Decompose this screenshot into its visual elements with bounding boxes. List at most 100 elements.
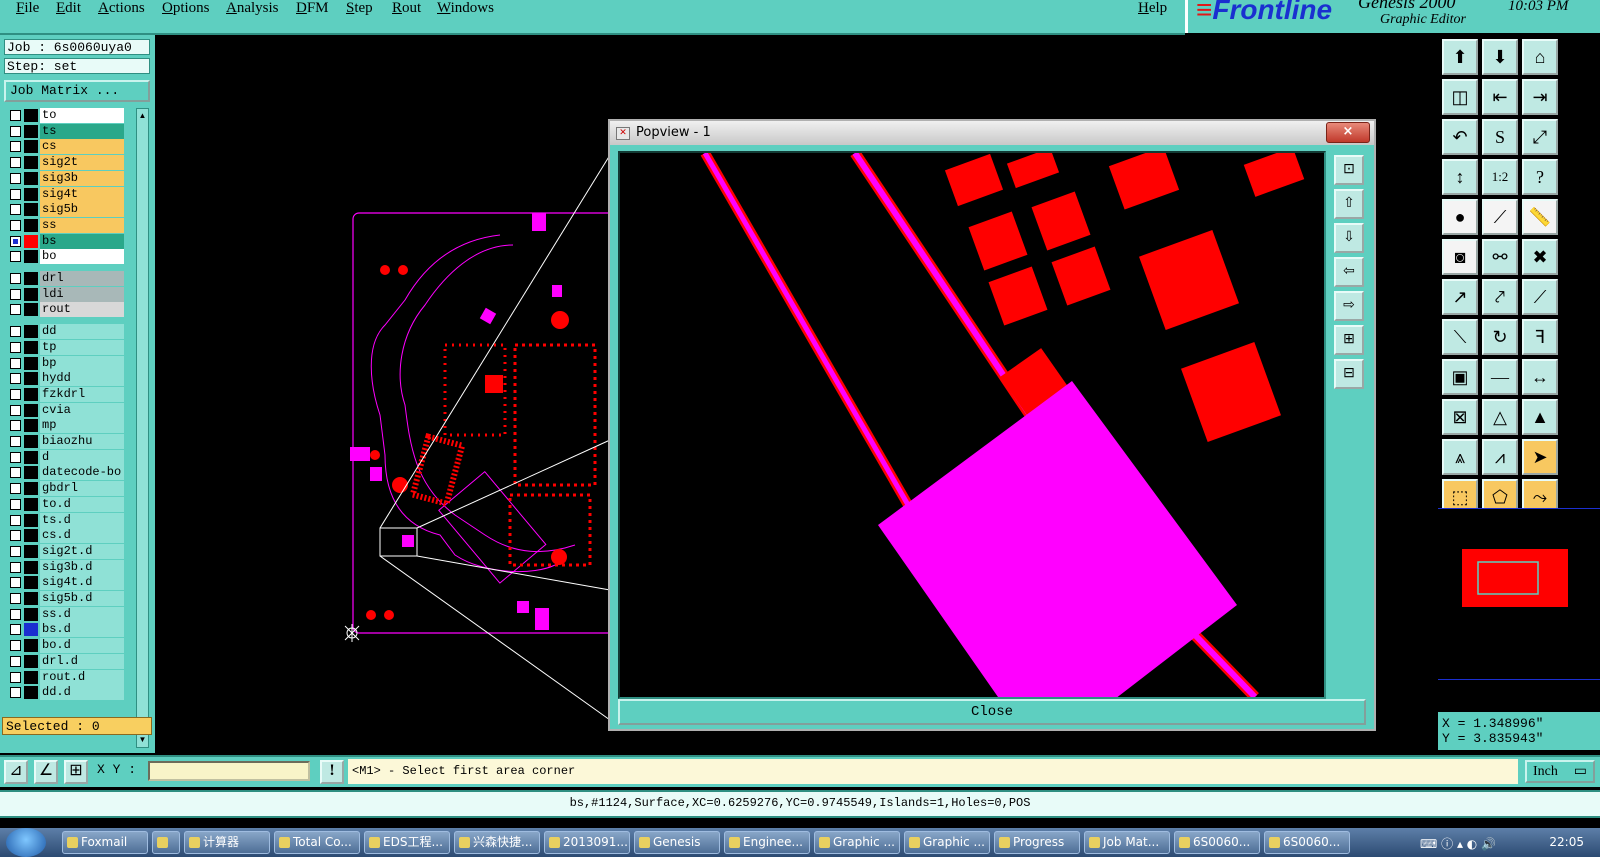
layer-row[interactable]: ts [4, 123, 128, 139]
popview-close-icon[interactable]: × [1326, 122, 1370, 143]
menu-options[interactable]: Options [162, 0, 210, 17]
layer-checkbox[interactable] [10, 341, 21, 353]
taskbar-button[interactable]: 计算器 [184, 831, 270, 854]
layer-checkbox[interactable] [10, 577, 21, 589]
layer-row[interactable]: dd [4, 324, 128, 340]
layer-name[interactable]: cs.d [40, 528, 124, 544]
zoom-icon[interactable]: ↕ [1442, 159, 1478, 195]
layer-name[interactable]: sig4t.d [40, 575, 124, 591]
menu-analysis[interactable]: Analysis [226, 0, 279, 17]
layer-name[interactable]: ss.d [40, 606, 124, 622]
help-icon[interactable]: ? [1522, 159, 1558, 195]
layer-checkbox[interactable] [10, 420, 21, 432]
taskbar-button[interactable]: 2013091... [544, 831, 630, 854]
pop-pan-right-icon[interactable]: ⇨ [1334, 291, 1364, 321]
layer-row[interactable]: bo.d [4, 638, 128, 654]
menu-actions[interactable]: Actions [98, 0, 145, 17]
layer-checkbox[interactable] [10, 373, 21, 385]
layer-name[interactable]: to.d [40, 496, 124, 512]
layer-name[interactable]: sig5b.d [40, 591, 124, 606]
taskbar-button[interactable]: Enginee... [724, 831, 810, 854]
attribute-icon[interactable]: ▣ [1442, 359, 1478, 395]
layer-color-swatch[interactable] [24, 250, 38, 264]
group-icon[interactable]: ⊠ [1442, 399, 1478, 435]
layer-checkbox[interactable] [10, 530, 21, 542]
menu-edit[interactable]: Edit [56, 0, 81, 17]
layer-name[interactable]: fzkdrl [40, 386, 124, 402]
layer-name[interactable]: dd [40, 324, 124, 340]
layer-name[interactable]: sig3b [40, 170, 124, 186]
pop-pan-left-icon[interactable]: ⇦ [1334, 257, 1364, 287]
layer-name[interactable]: bs.d [40, 622, 124, 638]
layer-row[interactable]: sig5b [4, 202, 128, 218]
layer-row[interactable]: to.d [4, 496, 128, 512]
layer-name[interactable]: hydd [40, 371, 124, 387]
layer-checkbox[interactable] [10, 483, 21, 495]
layer-color-swatch[interactable] [24, 670, 38, 684]
layer-checkbox[interactable] [10, 288, 21, 300]
taskbar-button[interactable]: EDS工程... [364, 831, 450, 854]
layer-checkbox[interactable] [10, 404, 21, 416]
home-icon[interactable]: ⌂ [1522, 39, 1558, 75]
layer-checkbox[interactable] [10, 593, 21, 604]
taskbar-button[interactable]: Total Co... [274, 831, 360, 854]
line-icon[interactable]: — [1482, 359, 1518, 395]
layer-row[interactable]: bs.d [4, 622, 128, 638]
add-surface-icon[interactable]: ◙ [1442, 239, 1478, 275]
layer-name[interactable]: sig3b.d [40, 559, 124, 575]
layer-checkbox[interactable] [10, 326, 21, 338]
menu-windows[interactable]: Windows [437, 0, 494, 17]
layer-color-swatch[interactable] [24, 372, 38, 386]
layer-color-swatch[interactable] [24, 686, 38, 700]
layer-row[interactable]: to [4, 108, 128, 123]
layer-checkbox[interactable] [10, 436, 21, 447]
layer-row[interactable]: sig4t [4, 186, 128, 202]
layer-color-swatch[interactable] [24, 109, 38, 122]
layer-name[interactable]: ts.d [40, 512, 124, 528]
layer-checkbox[interactable] [10, 608, 21, 620]
layer-color-swatch[interactable] [24, 529, 38, 543]
layer-name[interactable]: ss [40, 217, 124, 233]
layer-name[interactable]: dd.d [40, 685, 124, 701]
layer-row[interactable]: drl.d [4, 653, 128, 669]
menu-dfm[interactable]: DFM [296, 0, 329, 17]
delete-icon[interactable]: ✖ [1522, 239, 1558, 275]
layer-checkbox[interactable] [10, 157, 21, 169]
copy-icon[interactable]: ⤤ [1482, 279, 1518, 315]
warning-icon[interactable]: ! [320, 760, 344, 784]
layer-checkbox[interactable] [10, 304, 21, 316]
layer-name[interactable]: sig4t [40, 186, 124, 202]
units-select[interactable]: Inch ▭ [1525, 760, 1595, 783]
layer-checkbox[interactable] [10, 172, 21, 184]
layer-name[interactable]: to [40, 108, 124, 123]
layer-color-swatch[interactable] [24, 303, 38, 317]
layer-color-swatch[interactable] [24, 497, 38, 511]
taskbar-button[interactable]: 6S0060... [1264, 831, 1350, 854]
layer-color-swatch[interactable] [24, 203, 38, 217]
arc-ccw-icon[interactable]: ⩓ [1442, 439, 1478, 475]
layer-checkbox[interactable] [10, 357, 21, 369]
stretch-icon[interactable]: ⟍ [1442, 319, 1478, 355]
layer-row[interactable]: rout [4, 302, 128, 318]
layer-row[interactable]: rout.d [4, 669, 128, 685]
zoom-fit-icon[interactable]: ⤢ [1522, 119, 1558, 155]
layer-name[interactable]: sig2t.d [40, 543, 124, 559]
layer-row[interactable]: cvia [4, 402, 128, 418]
select-pointer-icon[interactable]: ➤ [1522, 439, 1558, 475]
layer-color-swatch[interactable] [24, 156, 38, 170]
start-button[interactable] [6, 828, 46, 857]
snap-icon[interactable]: S [1482, 119, 1518, 155]
menu-rout[interactable]: Rout [392, 0, 421, 17]
layer-name[interactable]: bp [40, 355, 124, 371]
layer-name[interactable]: bo [40, 249, 124, 265]
layer-row[interactable]: bo [4, 249, 128, 265]
layer-checkbox[interactable] [10, 141, 21, 153]
layer-color-swatch[interactable] [24, 234, 38, 248]
taskbar-button[interactable]: Graphic ... [904, 831, 990, 854]
layer-checkbox[interactable] [10, 235, 21, 247]
pop-pan-up-icon[interactable]: ⇧ [1334, 189, 1364, 219]
undo-view-icon[interactable]: ↶ [1442, 119, 1478, 155]
layer-row[interactable]: sig3b.d [4, 559, 128, 575]
popview-titlebar[interactable]: ✕ Popview - 1 × [610, 121, 1374, 145]
layer-checkbox[interactable] [10, 110, 21, 121]
